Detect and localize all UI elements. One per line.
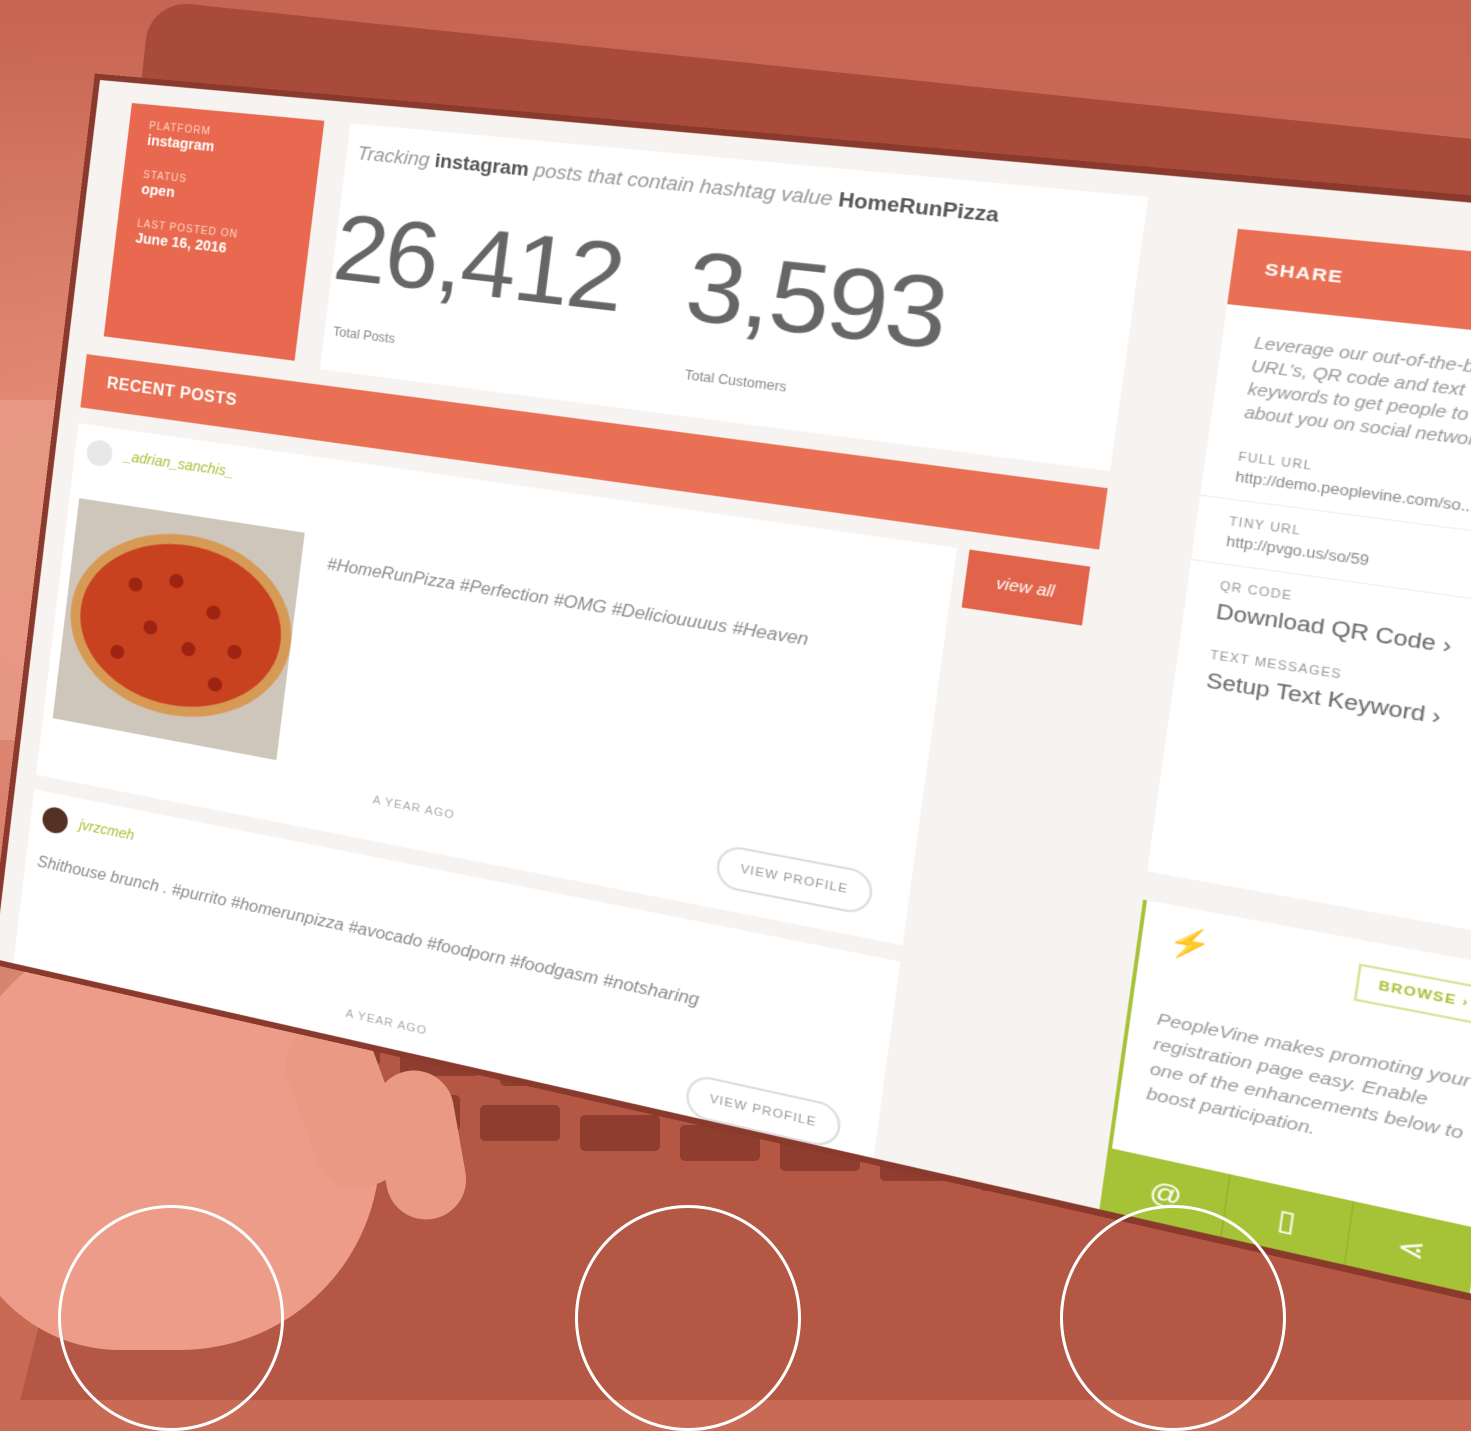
post-time: A YEAR AGO (344, 1007, 428, 1038)
browse-button[interactable]: BROWSE › (1353, 963, 1471, 1027)
tracking-middle: posts that contain hashtag value (532, 159, 834, 211)
total-customers-label: Total Customers (683, 367, 788, 395)
lightning-pin-icon: ⚡ (1166, 922, 1214, 965)
total-posts-value: 26,412 (328, 196, 629, 333)
pizza-image (71, 529, 291, 724)
post-text: #HomeRunPizza #Perfection #OMG #Deliciou… (326, 556, 810, 650)
share-panel: SHARE Leverage our out-of-the-box URL's,… (1147, 228, 1471, 936)
tracking-platform: instagram (433, 150, 531, 181)
post-time: A YEAR AGO (371, 794, 456, 822)
total-posts-label: Total Posts (332, 324, 396, 347)
circle-outline (58, 1205, 284, 1431)
circle-outline (575, 1205, 801, 1431)
view-all-button[interactable]: view all (961, 549, 1091, 626)
promo-text: PeopleVine makes promoting your registra… (1145, 1009, 1471, 1144)
source-info-panel: PLATFORM instagram STATUS open LAST POST… (103, 103, 325, 361)
tracking-prefix: Tracking (356, 142, 431, 171)
chevron-right-icon: › (1430, 703, 1443, 729)
tracking-hashtag: HomeRunPizza (837, 188, 1001, 227)
browse-label: BROWSE (1377, 979, 1458, 1009)
view-profile-button[interactable]: VIEW PROFILE (714, 843, 876, 917)
post-username[interactable]: jvrzcmeh (78, 816, 135, 843)
chevron-right-icon: › (1461, 995, 1470, 1011)
avatar[interactable] (85, 438, 114, 468)
circle-outline (1060, 1205, 1286, 1431)
total-customers-value: 3,593 (679, 232, 953, 371)
post-image[interactable] (52, 498, 305, 761)
chevron-right-icon: › (1441, 632, 1454, 658)
post-username[interactable]: _adrian_sanchis_ (123, 448, 235, 480)
avatar[interactable] (41, 805, 70, 836)
